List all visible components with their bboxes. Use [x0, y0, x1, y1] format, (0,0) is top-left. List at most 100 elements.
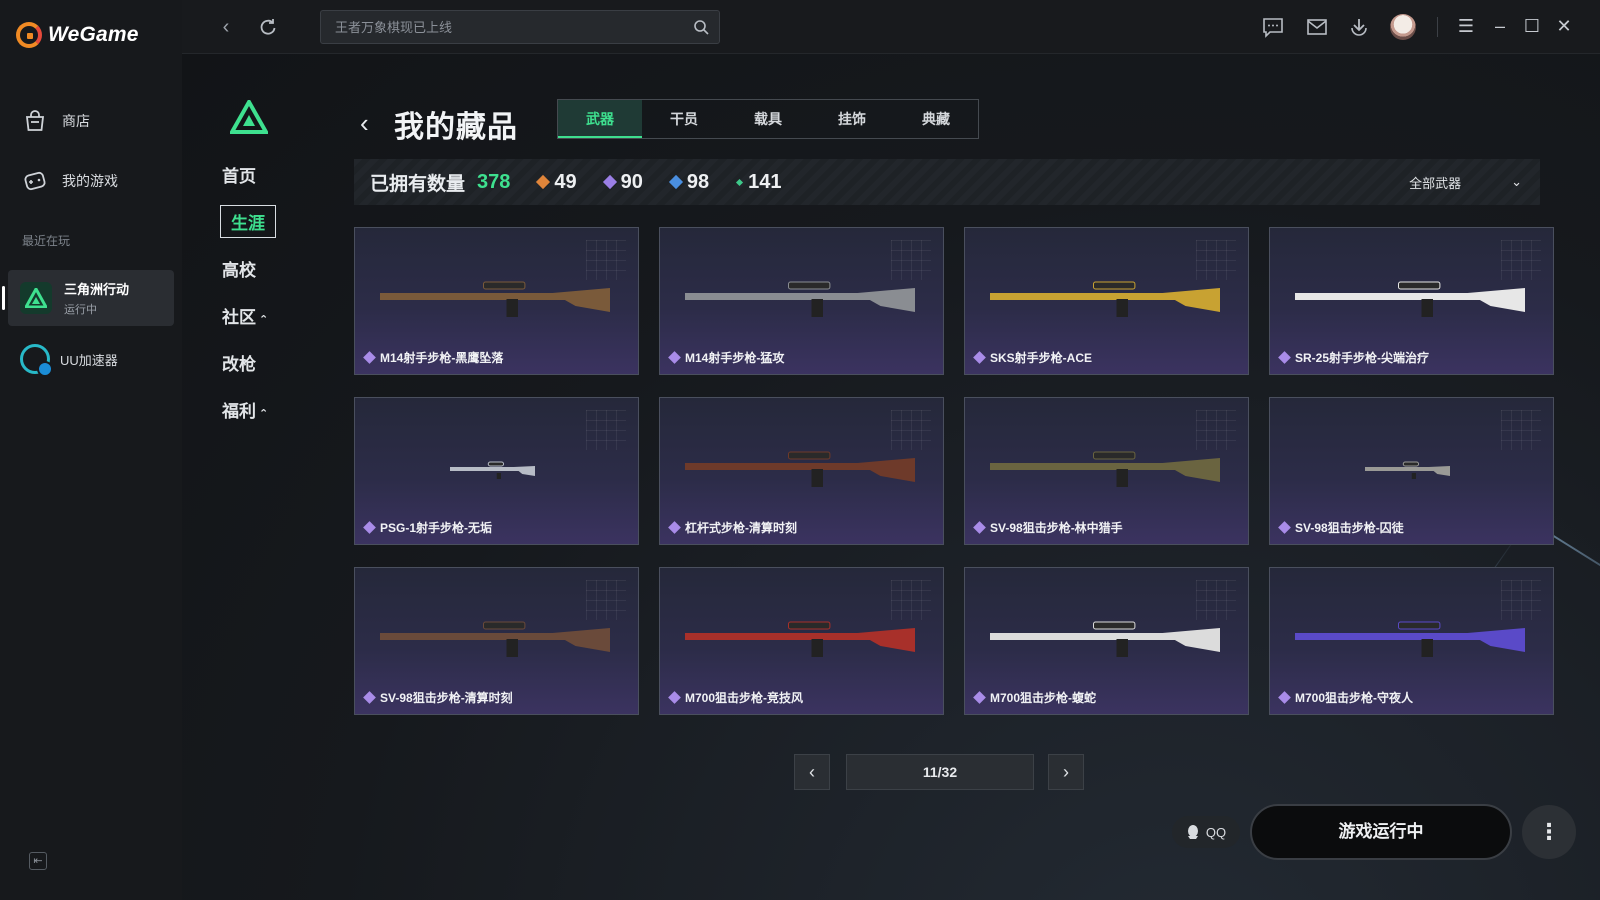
sidebar-item-shop[interactable]: 商店 — [22, 108, 90, 134]
weapon-name-text: SV-98狙击步枪-囚徒 — [1295, 521, 1404, 535]
back-chevron-icon[interactable]: ‹ — [360, 110, 380, 138]
rarity-diamond-icon — [1278, 351, 1291, 364]
filter-label: 全部武器 — [1409, 175, 1462, 191]
tab-operators[interactable]: 干员 — [642, 100, 726, 138]
download-icon[interactable] — [1346, 14, 1372, 40]
weapon-card[interactable]: 杠杆式步枪-清算时刻 — [659, 397, 944, 545]
search-input[interactable] — [333, 11, 673, 43]
weapon-name: M700狙击步枪-蝮蛇 — [973, 689, 1097, 706]
message-icon[interactable] — [1260, 14, 1286, 40]
orange-diamond-icon — [536, 174, 551, 190]
purple-diamond-icon — [602, 174, 617, 190]
weapon-name: SV-98狙击步枪-林中猎手 — [973, 519, 1123, 536]
close-icon[interactable]: ✕ — [1552, 14, 1576, 38]
owned-total: 378 — [477, 170, 511, 193]
game-nav-label: 福利 — [222, 402, 256, 421]
weapon-name-text: PSG-1射手步枪-无垢 — [380, 521, 493, 535]
tab-vehicles[interactable]: 载具 — [726, 100, 810, 138]
game-nav-career[interactable]: 生涯 — [220, 205, 276, 238]
rarity-count-green: 141 — [736, 171, 782, 194]
weapon-name: M14射手步枪-猛攻 — [668, 349, 784, 366]
weapon-card[interactable]: SV-98狙击步枪-清算时刻 — [354, 567, 639, 715]
next-page-button[interactable]: › — [1048, 754, 1084, 790]
active-indicator — [2, 286, 5, 310]
rarity-diamond-icon — [668, 521, 681, 534]
recent-game-name: 三角洲行动 — [64, 282, 130, 297]
mail-icon[interactable] — [1304, 14, 1330, 40]
qq-button[interactable]: QQ — [1172, 816, 1240, 848]
owned-label: 已拥有数量 — [370, 173, 466, 195]
divider — [1437, 17, 1438, 37]
game-nav-community[interactable]: 社区 ⌃ — [222, 303, 268, 328]
weapon-card[interactable]: PSG-1射手步枪-无垢 — [354, 397, 639, 545]
game-nav-gunsmith[interactable]: 改枪 — [222, 350, 256, 375]
chevron-up-icon: ⌃ — [259, 314, 269, 326]
weapon-card[interactable]: M700狙击步枪-竞技风 — [659, 567, 944, 715]
sidebar-item-my-games[interactable]: 我的游戏 — [22, 168, 118, 194]
minimize-icon[interactable]: – — [1488, 14, 1512, 38]
weapon-name: M700狙击步枪-守夜人 — [1278, 689, 1413, 706]
weapon-name: 杠杆式步枪-清算时刻 — [668, 519, 797, 536]
app-name: WeGame — [48, 23, 139, 46]
weapon-card[interactable]: M700狙击步枪-守夜人 — [1269, 567, 1554, 715]
gamepad-icon — [24, 171, 46, 191]
weapon-card[interactable]: M14射手步枪-黑鹰坠落 — [354, 227, 639, 375]
sidebar-item-label: 商店 — [62, 113, 90, 129]
more-options-icon[interactable]: ⋮ — [1522, 805, 1576, 859]
rarity-count-orange: 49 — [536, 171, 577, 194]
weapon-name-text: 杠杆式步枪-清算时刻 — [685, 521, 797, 535]
rarity-diamond-icon — [973, 691, 986, 704]
delta-force-logo-icon[interactable] — [230, 100, 268, 134]
weapon-card[interactable]: M700狙击步枪-蝮蛇 — [964, 567, 1249, 715]
maximize-icon[interactable]: ☐ — [1520, 14, 1544, 38]
wegame-logo[interactable]: WeGame — [16, 22, 139, 48]
prev-page-button[interactable]: ‹ — [794, 754, 830, 790]
weapon-name-text: M700狙击步枪-蝮蛇 — [990, 691, 1097, 705]
owned-stats-bar: 已拥有数量 378 49 90 98 141 全部武器 ⌄ — [354, 159, 1540, 205]
qq-penguin-icon — [1187, 825, 1198, 839]
weapon-name: PSG-1射手步枪-无垢 — [363, 519, 493, 536]
back-icon[interactable]: ‹ — [212, 13, 240, 41]
game-running-button[interactable]: 游戏运行中 — [1250, 804, 1512, 860]
sidebar-item-label: 我的游戏 — [62, 173, 118, 189]
weapon-card[interactable]: SR-25射手步枪-尖端治疗 — [1269, 227, 1554, 375]
weapon-card[interactable]: SKS射手步枪-ACE — [964, 227, 1249, 375]
sidebar-item-uu-accelerator[interactable]: UU加速器 — [20, 344, 118, 377]
weapon-card[interactable]: SV-98狙击步枪-林中猎手 — [964, 397, 1249, 545]
weapon-filter-dropdown[interactable]: 全部武器 ⌄ — [1409, 173, 1522, 192]
sidebar: WeGame 商店 我的游戏 最近在玩 三角洲行动 运行中 UU加速器 ⇤ — [0, 0, 182, 900]
blue-diamond-icon — [668, 174, 683, 190]
rarity-diamond-icon — [1278, 691, 1291, 704]
weapon-name: SV-98狙击步枪-囚徒 — [1278, 519, 1404, 536]
recent-game-delta-force[interactable]: 三角洲行动 运行中 — [2, 270, 174, 326]
rarity-count-purple: 90 — [602, 170, 643, 194]
tab-archive[interactable]: 典藏 — [894, 100, 978, 138]
weapon-name-text: SKS射手步枪-ACE — [990, 351, 1093, 365]
rarity-count-value: 90 — [620, 170, 643, 193]
recent-game-status: 运行中 — [64, 304, 97, 316]
collapse-sidebar-icon[interactable]: ⇤ — [29, 852, 47, 870]
tab-charms[interactable]: 挂饰 — [810, 100, 894, 138]
game-nav-welfare[interactable]: 福利 ⌃ — [222, 397, 268, 422]
refresh-icon[interactable] — [254, 13, 282, 41]
collection-tabs: 武器 干员 载具 挂饰 典藏 — [557, 99, 979, 139]
page-title: 我的藏品 — [394, 111, 518, 144]
search-icon[interactable] — [693, 19, 709, 35]
green-dot-icon — [736, 178, 744, 186]
rarity-diamond-icon — [973, 521, 986, 534]
weapon-card[interactable]: SV-98狙击步枪-囚徒 — [1269, 397, 1554, 545]
weapon-name: M14射手步枪-黑鹰坠落 — [363, 349, 503, 366]
rarity-diamond-icon — [668, 351, 681, 364]
weapon-name: M700狙击步枪-竞技风 — [668, 689, 803, 706]
game-nav-home[interactable]: 首页 — [222, 162, 256, 187]
tab-weapons[interactable]: 武器 — [558, 100, 642, 138]
weapon-name-text: SR-25射手步枪-尖端治疗 — [1295, 351, 1430, 365]
delta-force-game-icon — [20, 282, 52, 314]
page-indicator: 11/32 — [846, 754, 1034, 790]
search-box[interactable] — [320, 10, 720, 44]
weapon-card[interactable]: M14射手步枪-猛攻 — [659, 227, 944, 375]
avatar[interactable] — [1390, 14, 1416, 40]
top-bar: ‹ ☰ – ☐ ✕ — [182, 0, 1600, 54]
game-nav-college[interactable]: 高校 — [222, 256, 256, 281]
menu-icon[interactable]: ☰ — [1454, 14, 1478, 38]
